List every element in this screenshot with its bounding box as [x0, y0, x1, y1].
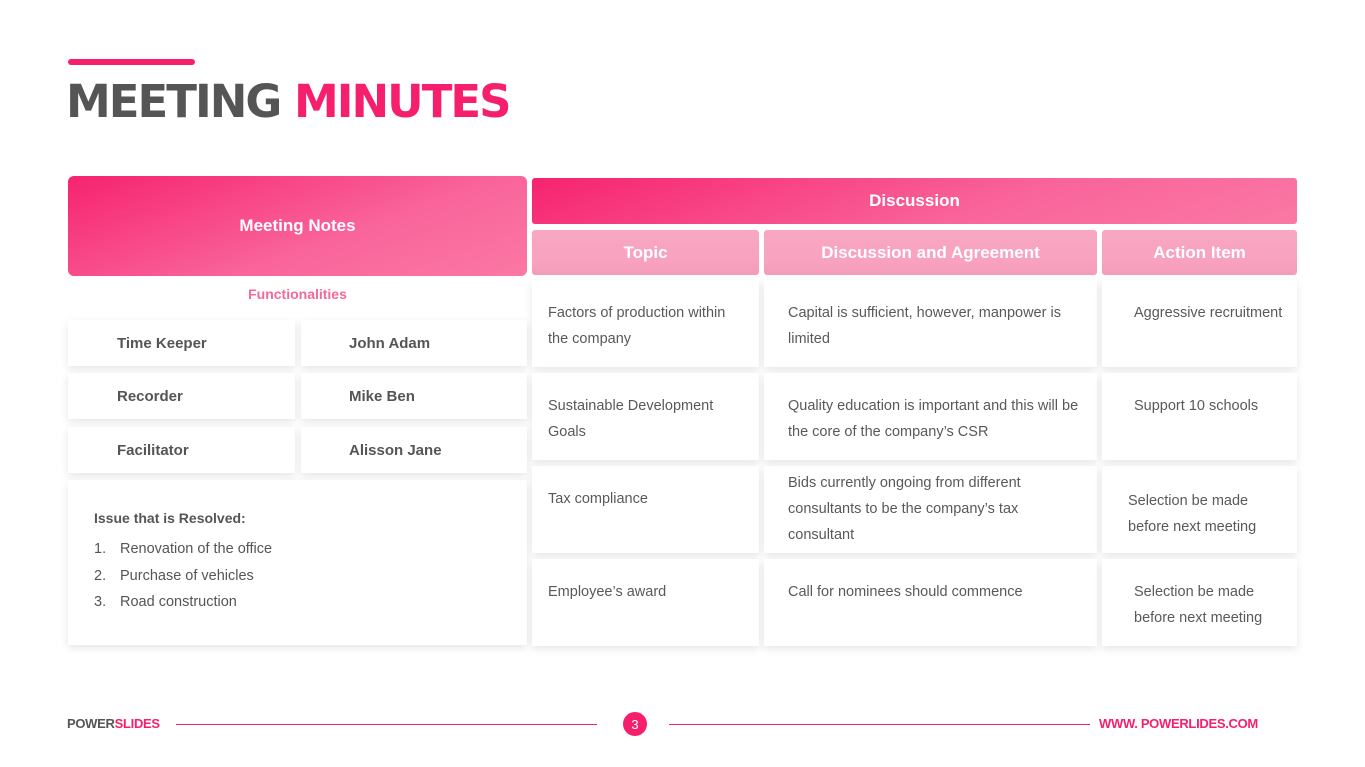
- role-name: John Adam: [301, 320, 527, 366]
- title-part-2: MINUTES: [293, 75, 512, 128]
- resolved-issues-title: Issue that is Resolved:: [94, 510, 246, 526]
- table-cell-topic: Sustainable Development Goals: [532, 373, 759, 460]
- list-number: 3.: [94, 594, 107, 610]
- table-cell-topic: Factors of production within the company: [532, 280, 759, 367]
- brand-part-2: SLIDES: [114, 716, 160, 731]
- list-text: Renovation of the office: [120, 541, 273, 557]
- list-text: Road construction: [120, 594, 237, 610]
- role-label: Time Keeper: [68, 320, 295, 366]
- functionalities-label: Functionalities: [248, 286, 347, 302]
- resolved-issues-list: 1. Renovation of the office 2. Purchase of…: [94, 536, 527, 616]
- table-cell-action: Aggressive recruitment: [1102, 280, 1297, 367]
- page-number-badge: 3: [623, 712, 647, 736]
- title-part-1: MEETING: [66, 75, 282, 128]
- discussion-header: Discussion: [532, 178, 1297, 224]
- table-cell-action: Selection be made before next meeting: [1102, 559, 1297, 646]
- footer-divider-left: [176, 724, 597, 725]
- column-header-topic: Topic: [532, 230, 759, 275]
- list-item: 2. Purchase of vehicles: [94, 563, 527, 590]
- footer-divider-right: [669, 724, 1090, 725]
- footer-url-link[interactable]: WWW. POWERLIDES.COM: [1099, 716, 1258, 731]
- list-item: 3. Road construction: [94, 589, 527, 616]
- meeting-notes-header: Meeting Notes: [68, 176, 527, 276]
- title-accent-bar: [68, 59, 195, 65]
- column-header-action-item: Action Item: [1102, 230, 1297, 275]
- list-text: Purchase of vehicles: [120, 567, 254, 584]
- column-header-discussion-agreement: Discussion and Agreement: [764, 230, 1097, 275]
- footer-brand-logo: POWERSLIDES: [67, 716, 160, 731]
- table-cell-agreement: Quality education is important and this …: [764, 373, 1097, 460]
- list-number: 1.: [94, 541, 107, 557]
- role-label: Recorder: [68, 373, 295, 419]
- page-title: MEETING MINUTES: [66, 74, 512, 130]
- role-name: Mike Ben: [301, 373, 527, 419]
- table-cell-topic: Employee’s award: [532, 559, 759, 646]
- resolved-issues-card: Issue that is Resolved: 1. Renovation of …: [68, 480, 527, 645]
- table-cell-action: Support 10 schools: [1102, 373, 1297, 460]
- list-item: 1. Renovation of the office: [94, 536, 527, 563]
- table-cell-agreement: Capital is sufficient, however, manpower…: [764, 280, 1097, 367]
- table-cell-agreement: Bids currently ongoing from different co…: [764, 466, 1097, 553]
- role-label: Facilitator: [68, 427, 295, 473]
- table-cell-action: Selection be made before next meeting: [1102, 466, 1297, 553]
- table-cell-topic: Tax compliance: [532, 466, 759, 553]
- list-number: 2.: [94, 567, 107, 584]
- brand-part-1: POWER: [67, 716, 115, 731]
- role-name: Alisson Jane: [301, 427, 527, 473]
- table-cell-agreement: Call for nominees should commence: [764, 559, 1097, 646]
